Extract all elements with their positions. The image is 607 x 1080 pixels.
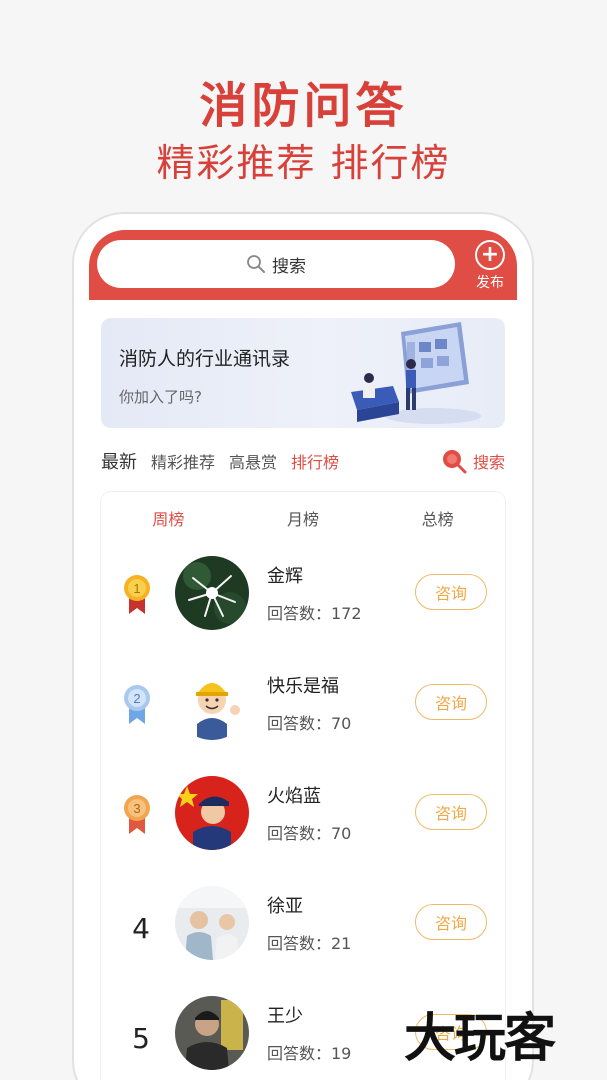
tab-leaderboard[interactable]: 排行榜 (291, 449, 339, 473)
avatar[interactable] (175, 666, 249, 740)
tab-search-button[interactable]: 搜索 (441, 448, 505, 474)
consult-button[interactable]: 咨询 (415, 904, 487, 940)
rank-number: 4 (132, 912, 150, 945)
category-tabs: 最新 精彩推荐 高悬赏 排行榜 搜索 (101, 446, 505, 476)
rank-number: 5 (132, 1022, 150, 1055)
user-name: 快乐是福 (267, 676, 339, 697)
gold-medal-icon: 1 (124, 575, 150, 614)
silver-medal-icon: 2 (124, 685, 150, 724)
app-screen: 搜索 + 发布 消防人的行业通讯录 你加入了吗? 最新 精彩推荐 高悬赏 排行榜… (89, 230, 517, 1080)
banner-subtitle: 你加入了吗? (119, 388, 202, 406)
avatar[interactable] (175, 556, 249, 630)
plus-icon: + (475, 240, 505, 270)
answer-count: 回答数：172 (267, 604, 362, 623)
tab-high-reward[interactable]: 高悬赏 (229, 449, 277, 473)
leaderboard-row: 2 快乐是福 回答数：70 咨询 (101, 666, 505, 756)
avatar[interactable] (175, 776, 249, 850)
rank-period-tabs: 周榜 月榜 总榜 (101, 506, 505, 530)
tab-weekly[interactable]: 周榜 (101, 506, 236, 530)
tab-latest[interactable]: 最新 (101, 448, 137, 474)
consult-button[interactable]: 咨询 (415, 684, 487, 720)
promo-title: 消防问答 (199, 78, 408, 134)
search-icon (247, 255, 265, 273)
leaderboard-row: 3 火焰蓝 回答数：70 咨询 (101, 776, 505, 866)
bronze-medal-icon: 3 (124, 795, 150, 834)
banner-title: 消防人的行业通讯录 (119, 348, 291, 370)
user-name: 火焰蓝 (267, 786, 321, 807)
svg-text:3: 3 (133, 801, 140, 816)
tab-overall[interactable]: 总榜 (370, 506, 505, 530)
answer-count: 回答数：19 (267, 1044, 352, 1063)
consult-button[interactable]: 咨询 (415, 574, 487, 610)
leaderboard-row: 1 金辉 回答数：172 咨询 (101, 556, 505, 646)
answer-count: 回答数：70 (267, 824, 352, 843)
avatar[interactable] (175, 996, 249, 1070)
answer-count: 回答数：70 (267, 714, 352, 733)
watermark-text: 大玩客 (404, 1009, 556, 1069)
avatar[interactable] (175, 886, 249, 960)
svg-text:1: 1 (133, 581, 140, 596)
search-icon (442, 450, 467, 474)
promo-subtitle: 精彩推荐 排行榜 (156, 141, 451, 185)
user-name: 徐亚 (267, 896, 303, 917)
svg-text:2: 2 (133, 691, 140, 706)
directory-banner[interactable]: 消防人的行业通讯录 你加入了吗? (101, 318, 505, 428)
user-name: 金辉 (267, 566, 303, 587)
search-bar[interactable]: 搜索 (97, 240, 455, 288)
tab-search-label: 搜索 (472, 453, 505, 472)
app-header: 搜索 + 发布 (89, 230, 517, 300)
search-label: 搜索 (272, 256, 306, 277)
consult-button[interactable]: 咨询 (415, 794, 487, 830)
tab-monthly[interactable]: 月榜 (236, 506, 371, 530)
leaderboard-card: 周榜 月榜 总榜 1 金辉 回答数：172 咨询 2 快乐是福 回答数：70 咨… (101, 492, 505, 1080)
publish-button[interactable]: + 发布 (471, 240, 509, 292)
tab-recommended[interactable]: 精彩推荐 (151, 449, 215, 473)
publish-label: 发布 (476, 275, 504, 291)
answer-count: 回答数：21 (267, 934, 352, 953)
user-name: 王少 (267, 1006, 303, 1027)
leaderboard-row: 4 徐亚 回答数：21 咨询 (101, 886, 505, 976)
office-illustration-icon (351, 322, 481, 424)
